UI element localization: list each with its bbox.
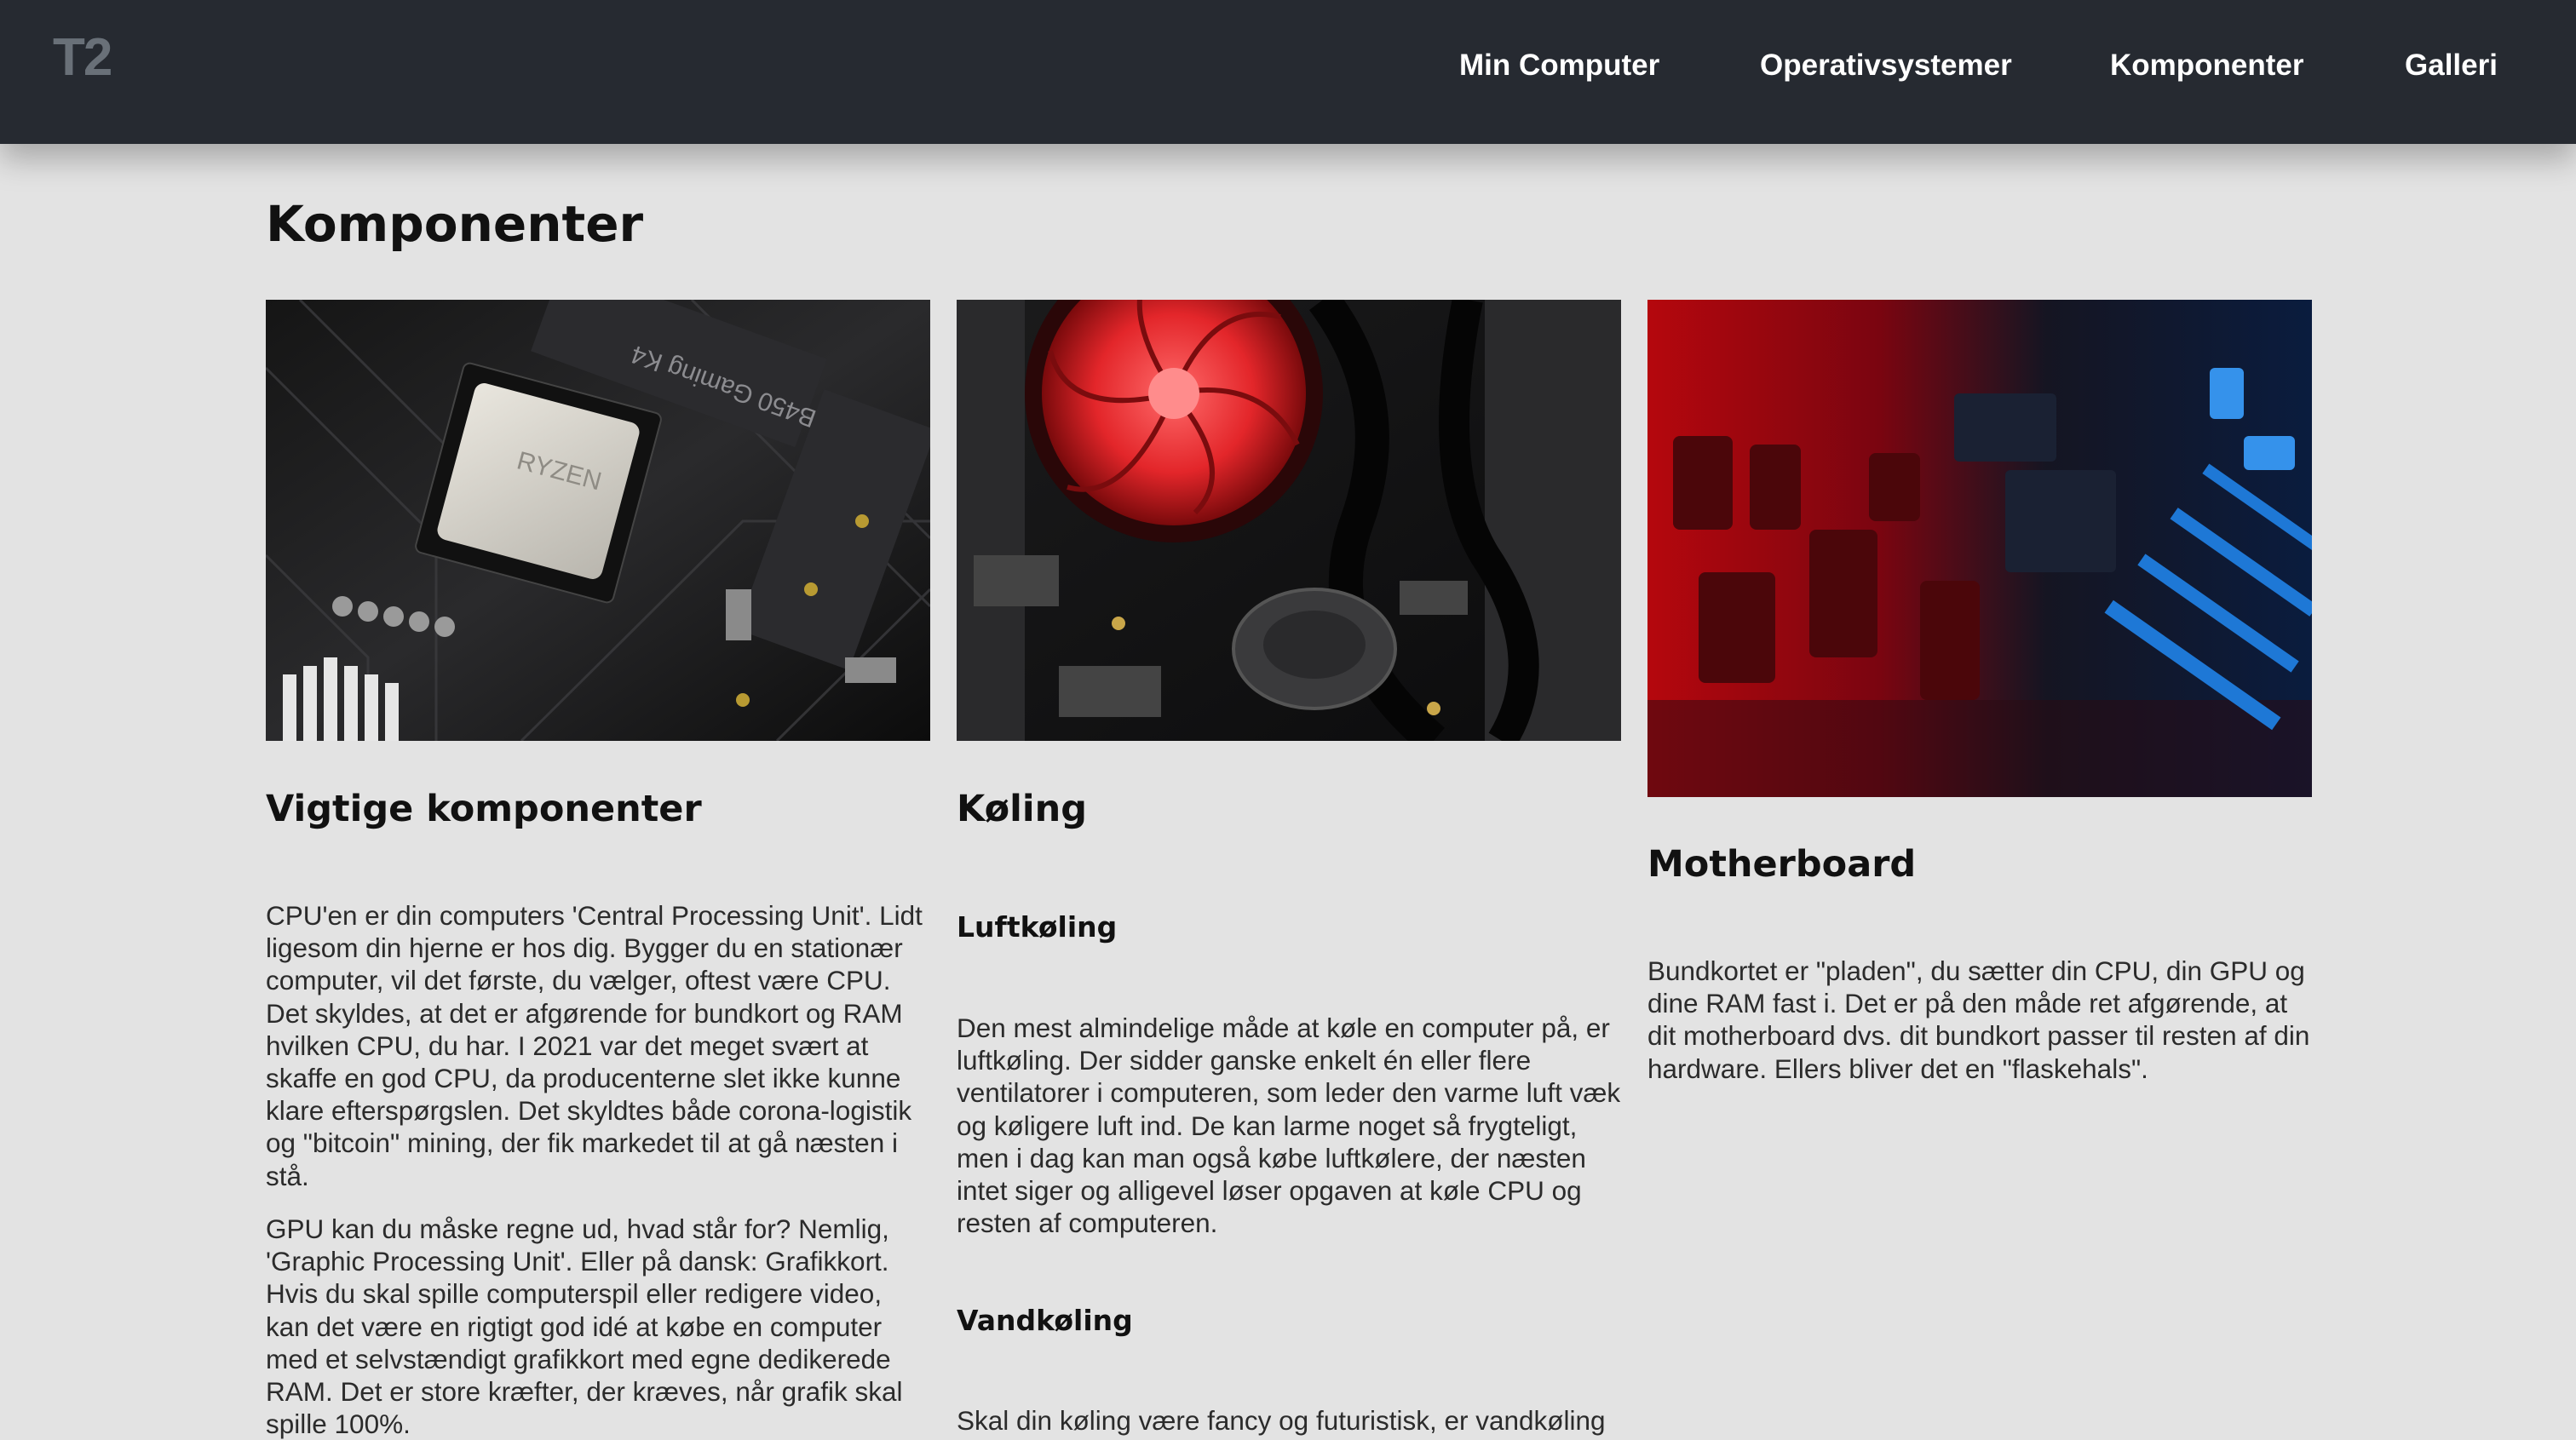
heading-motherboard: Motherboard — [1647, 843, 1917, 886]
red-blue-circuit-board-photo-icon — [1647, 300, 2312, 797]
subheading-vandkoeling: Vandkøling — [957, 1304, 1133, 1337]
paragraph-cpu: CPU'en er din computers 'Central Process… — [266, 900, 923, 1191]
top-navigation-bar: T2 Min Computer Operativsystemer Kompone… — [0, 0, 2576, 144]
site-logo[interactable]: T2 — [53, 26, 112, 90]
paragraph-vandkoeling: Skal din køling være fancy og futuristis… — [957, 1405, 1606, 1436]
heading-vigtige-komponenter: Vigtige komponenter — [266, 788, 702, 830]
cpu-motherboard-image: RYZEN B450 Gaming K4 — [266, 300, 930, 741]
nav-link-galleri[interactable]: Galleri — [2405, 45, 2498, 86]
heading-koeling: Køling — [957, 788, 1087, 830]
page-title: Komponenter — [266, 195, 644, 253]
paragraph-motherboard: Bundkortet er "pladen", du sætter din CP… — [1647, 955, 2310, 1084]
nav-link-operativsystemer[interactable]: Operativsystemer — [1760, 45, 2012, 86]
red-cpu-cooler-fan-photo-icon — [957, 300, 1621, 741]
paragraph-gpu: GPU kan du måske regne ud, hvad står for… — [266, 1213, 903, 1440]
nav-link-min-computer[interactable]: Min Computer — [1459, 45, 1659, 86]
cpu-cooler-image — [957, 300, 1621, 741]
circuit-board-image — [1647, 300, 2312, 797]
cpu-motherboard-photo-icon: RYZEN B450 Gaming K4 — [266, 300, 930, 741]
paragraph-luftkoeling: Den mest almindelige måde at køle en com… — [957, 1013, 1621, 1239]
subheading-luftkoeling: Luftkøling — [957, 910, 1118, 944]
nav-link-komponenter[interactable]: Komponenter — [2110, 45, 2304, 86]
